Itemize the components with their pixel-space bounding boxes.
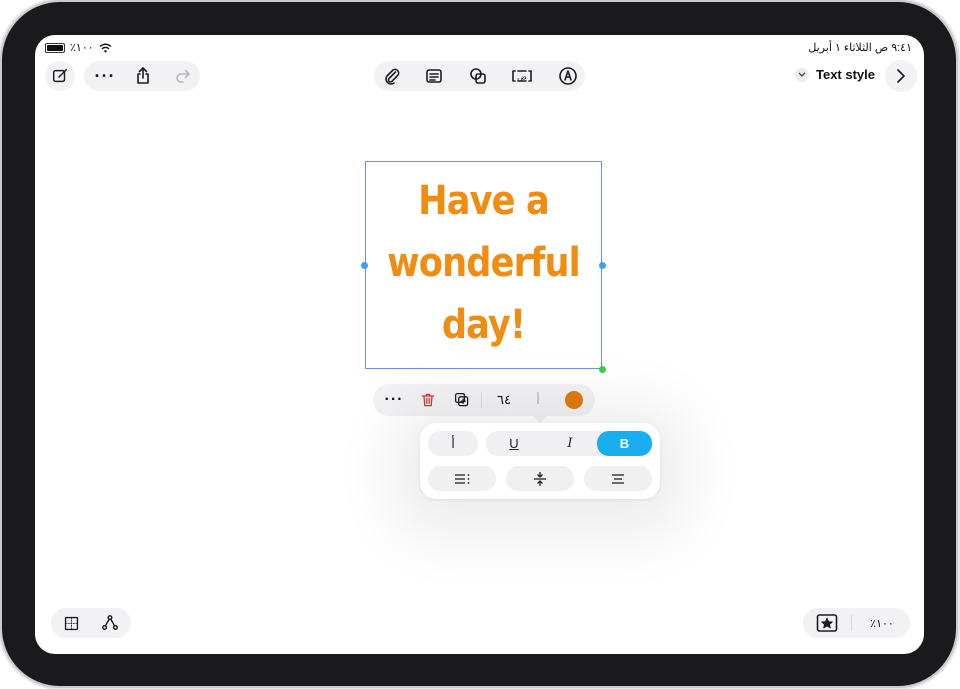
color-swatch bbox=[565, 391, 583, 409]
zoom-level-button[interactable]: ٪١٠٠ bbox=[861, 608, 903, 638]
resize-handle-left[interactable] bbox=[361, 262, 368, 269]
object-context-menu: ··· ٦٤ أ bbox=[373, 384, 595, 416]
font-style-button[interactable]: أ bbox=[428, 431, 478, 456]
rotate-handle[interactable] bbox=[599, 366, 606, 373]
svg-text:ض: ض bbox=[517, 73, 527, 82]
connections-button[interactable] bbox=[95, 608, 125, 638]
status-left: ٪١٠٠ bbox=[45, 41, 112, 54]
format-popover: أ U I B bbox=[420, 423, 660, 499]
grid-square-icon bbox=[64, 616, 78, 630]
share-button[interactable] bbox=[128, 61, 158, 91]
redo-icon bbox=[176, 69, 190, 83]
align-center-icon bbox=[612, 473, 624, 484]
shapes-button[interactable] bbox=[463, 61, 493, 91]
ellipsis-icon: ··· bbox=[94, 66, 116, 86]
status-time-date: ٩:٤١ ص الثلاثاء ١ أبريل bbox=[808, 42, 912, 54]
compose-icon bbox=[52, 68, 68, 83]
app-screen: ٪١٠٠ ٩:٤١ ص الثلاثاء ١ أبريل ··· ض Text … bbox=[35, 35, 924, 654]
list-style-button[interactable] bbox=[428, 466, 496, 491]
attach-button[interactable] bbox=[377, 61, 407, 91]
font-button[interactable]: أ bbox=[523, 385, 553, 415]
favorites-button[interactable] bbox=[812, 608, 842, 638]
text-box-icon bbox=[426, 69, 442, 83]
context-menu-arrow bbox=[533, 416, 547, 423]
align-middle-icon bbox=[534, 471, 546, 486]
chevron-down-icon bbox=[798, 72, 806, 77]
star-box-icon bbox=[816, 614, 838, 632]
shapes-icon bbox=[470, 68, 486, 84]
vertical-align-button[interactable] bbox=[506, 466, 574, 491]
share-icon bbox=[137, 67, 149, 84]
context-separator bbox=[481, 392, 482, 408]
text-line: Have a bbox=[418, 178, 550, 224]
duplicate-button[interactable] bbox=[447, 385, 477, 415]
text-box-content[interactable]: Have a wonderful day! bbox=[380, 170, 587, 356]
text-line: wonderful bbox=[387, 240, 581, 286]
chevron-right-icon bbox=[897, 69, 905, 83]
context-more-button[interactable]: ··· bbox=[379, 385, 409, 415]
text-box-button[interactable] bbox=[419, 61, 449, 91]
bottom-separator bbox=[851, 615, 852, 631]
more-button[interactable]: ··· bbox=[90, 61, 120, 91]
redo-button[interactable] bbox=[168, 61, 198, 91]
text-style-label[interactable]: Text style bbox=[816, 67, 875, 82]
underline-button[interactable]: U bbox=[486, 431, 542, 456]
markup-button[interactable] bbox=[553, 61, 583, 91]
list-icon bbox=[455, 473, 470, 484]
bold-button[interactable]: B bbox=[597, 431, 652, 456]
color-button[interactable] bbox=[559, 385, 589, 415]
battery-icon bbox=[45, 42, 65, 53]
text-align-button[interactable] bbox=[584, 466, 652, 491]
ellipsis-icon: ··· bbox=[384, 391, 404, 408]
text-style-dropdown-indicator[interactable] bbox=[795, 68, 809, 82]
grid-view-button[interactable] bbox=[56, 608, 86, 638]
text-frame-icon: ض bbox=[512, 70, 532, 82]
paperclip-icon bbox=[385, 68, 400, 85]
selected-text-box[interactable]: Have a wonderful day! bbox=[365, 161, 602, 369]
text-insert-button[interactable]: ض bbox=[507, 61, 537, 91]
new-note-button[interactable] bbox=[45, 61, 75, 91]
text-line: day! bbox=[441, 302, 526, 348]
delete-button[interactable] bbox=[413, 385, 443, 415]
forward-button[interactable] bbox=[885, 60, 917, 92]
italic-button[interactable]: I bbox=[542, 431, 598, 456]
trash-icon bbox=[421, 393, 435, 407]
connector-icon bbox=[102, 615, 118, 631]
pen-tip-icon bbox=[559, 67, 577, 85]
wifi-icon bbox=[99, 43, 112, 52]
battery-percent: ٪١٠٠ bbox=[70, 42, 94, 54]
duplicate-icon bbox=[454, 392, 469, 407]
resize-handle-right[interactable] bbox=[599, 262, 606, 269]
font-size-button[interactable]: ٦٤ bbox=[489, 385, 519, 415]
